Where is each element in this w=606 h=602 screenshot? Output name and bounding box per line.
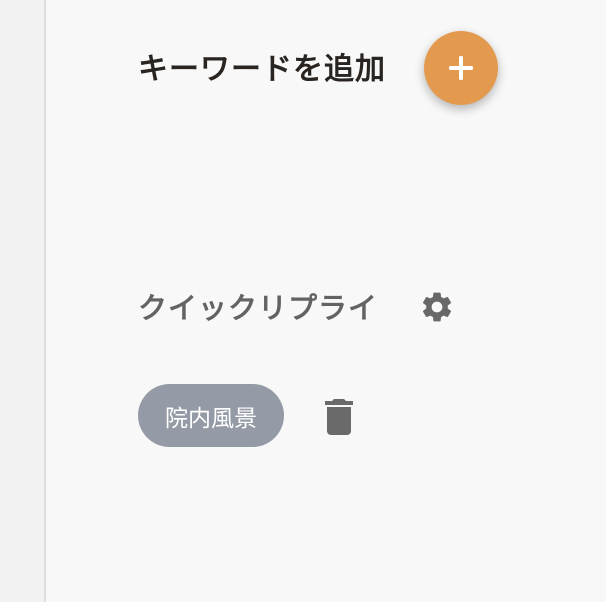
add-keyword-row: キーワードを追加 — [138, 30, 386, 102]
gear-icon — [422, 292, 452, 322]
quick-reply-settings-button[interactable] — [418, 288, 456, 326]
quick-reply-chip-label: 院内風景 — [165, 405, 257, 432]
left-panel-edge — [0, 0, 46, 602]
add-keyword-label: キーワードを追加 — [138, 52, 386, 87]
quick-reply-header: クイックリプライ — [138, 282, 378, 330]
quick-reply-chip[interactable]: 院内風景 — [138, 384, 284, 447]
quick-reply-title: クイックリプライ — [138, 291, 379, 325]
delete-quick-reply-button[interactable] — [322, 398, 356, 436]
trash-icon — [325, 399, 353, 435]
add-keyword-button[interactable] — [424, 31, 498, 105]
plus-icon — [449, 56, 473, 80]
